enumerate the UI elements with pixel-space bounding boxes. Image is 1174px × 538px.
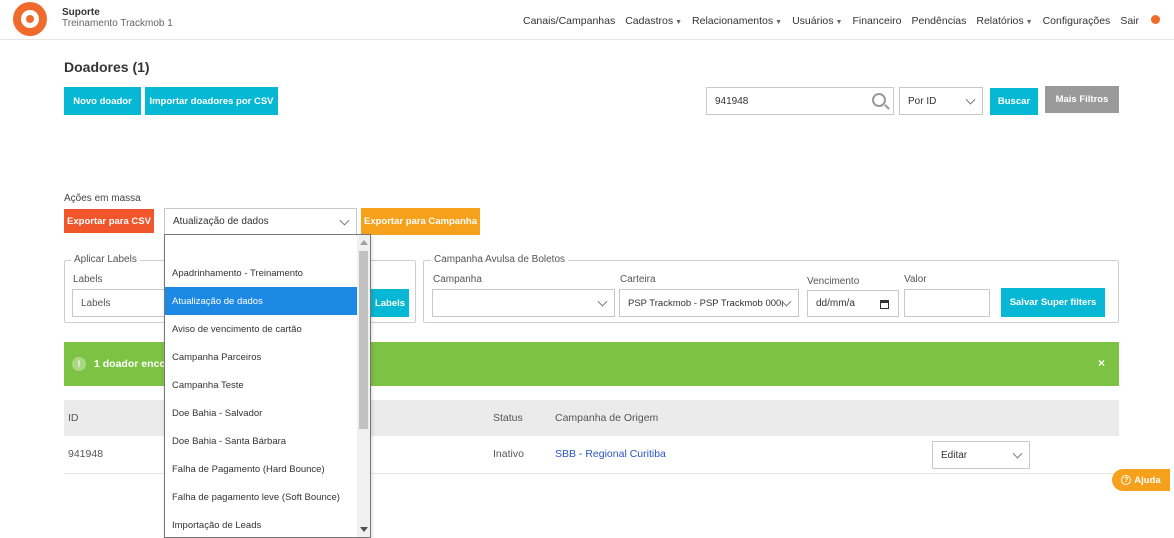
page-title: Doadores (1): [64, 59, 150, 75]
dropdown-option[interactable]: Doe Bahia - Salvador: [165, 399, 358, 427]
dropdown-option[interactable]: Campanha Parceiros: [165, 343, 358, 371]
org-title: Suporte: [62, 7, 100, 18]
save-super-filters-button[interactable]: Salvar Super filters: [1001, 288, 1105, 317]
apply-labels-legend: Aplicar Labels: [71, 254, 140, 265]
close-icon[interactable]: ×: [1098, 356, 1105, 370]
bulk-action-dropdown-list[interactable]: Apadrinhamento - Treinamento Atualização …: [164, 234, 371, 538]
user-avatar-icon[interactable]: [1151, 15, 1160, 24]
scroll-thumb[interactable]: [359, 251, 368, 429]
org-subtitle: Treinamento Trackmob 1: [62, 18, 173, 29]
dropdown-option[interactable]: Atualização de dados: [165, 287, 358, 315]
help-icon: ?: [1121, 475, 1132, 485]
dropdown-option[interactable]: Apadrinhamento - Treinamento: [165, 259, 358, 287]
vencimento-date-input[interactable]: dd/mm/a: [807, 290, 899, 317]
header-id[interactable]: ID: [68, 412, 79, 424]
caret-down-icon: ▼: [1025, 19, 1033, 26]
help-label: Ajuda: [1134, 474, 1161, 486]
bulk-action-value: Atualização de dados: [173, 216, 269, 227]
chevron-down-icon: [781, 296, 792, 307]
cell-campaign-link[interactable]: SBB - Regional Curitiba: [555, 448, 666, 460]
dropdown-option[interactable]: [165, 235, 358, 259]
scroll-down-icon[interactable]: [360, 527, 368, 532]
nav-configuracoes[interactable]: Configurações: [1043, 15, 1111, 27]
header-campaign[interactable]: Campanha de Origem: [555, 412, 658, 424]
dropdown-scrollbar[interactable]: [357, 235, 370, 537]
new-donor-button[interactable]: Novo doador: [64, 87, 141, 115]
labels-placeholder: Labels: [81, 297, 111, 309]
nav-financeiro[interactable]: Financeiro: [852, 15, 901, 27]
campanha-select[interactable]: [432, 289, 615, 317]
boleto-campaign-box: Campanha Avulsa de Boletos Campanha Cart…: [423, 254, 1119, 323]
dropdown-option[interactable]: Falha de Pagamento (Hard Bounce): [165, 455, 358, 483]
top-bar: Suporte Treinamento Trackmob 1 Canais/Ca…: [0, 0, 1174, 40]
bulk-action-select[interactable]: Atualização de dados: [164, 208, 357, 235]
carteira-value: PSP Trackmob - PSP Trackmob 000(: [628, 297, 783, 309]
chevron-down-icon: [1012, 448, 1023, 459]
carteira-label: Carteira: [620, 274, 656, 285]
valor-input[interactable]: [904, 289, 990, 317]
nav-relatorios[interactable]: Relatórios ▼: [976, 15, 1032, 27]
nav-usuarios[interactable]: Usuários ▼: [792, 15, 842, 27]
help-button[interactable]: ? Ajuda: [1112, 469, 1170, 491]
cell-id: 941948: [68, 448, 104, 460]
valor-label: Valor: [904, 274, 927, 285]
export-csv-button[interactable]: Exportar para CSV: [64, 209, 154, 233]
vencimento-value: dd/mm/a: [816, 298, 855, 309]
apply-labels-button[interactable]: Labels: [371, 289, 409, 317]
labels-input[interactable]: Labels: [72, 289, 172, 317]
more-filters-button[interactable]: Mais Filtros: [1045, 86, 1119, 113]
nav-pendencias[interactable]: Pendências: [912, 15, 967, 27]
vencimento-label: Vencimento: [807, 276, 860, 287]
search-input[interactable]: 941948: [706, 87, 894, 115]
nav-cadastros[interactable]: Cadastros ▼: [625, 15, 682, 27]
import-csv-button[interactable]: Importar doadores por CSV: [145, 87, 278, 115]
row-action-value: Editar: [941, 449, 968, 461]
main-nav: Canais/Campanhas Cadastros ▼ Relacionamen…: [523, 15, 1160, 27]
header-status[interactable]: Status: [493, 412, 523, 424]
alert-text: 1 doador encor: [94, 358, 170, 370]
export-campaign-button[interactable]: Exportar para Campanha: [361, 208, 480, 235]
labels-field-label: Labels: [73, 274, 103, 285]
nav-relacionamentos[interactable]: Relacionamentos ▼: [692, 15, 782, 27]
bulk-actions-label: Ações em massa: [64, 193, 141, 204]
org-info: Suporte Treinamento Trackmob 1: [62, 7, 173, 29]
cell-status: Inativo: [493, 448, 524, 460]
caret-down-icon: ▼: [675, 19, 683, 26]
search-button[interactable]: Buscar: [990, 88, 1038, 115]
campanha-label: Campanha: [433, 274, 482, 285]
dropdown-option[interactable]: Falha de pagamento leve (Soft Bounce): [165, 483, 358, 511]
search-icon[interactable]: [872, 93, 886, 107]
search-by-value: Por ID: [908, 95, 937, 107]
caret-down-icon: ▼: [835, 19, 843, 26]
search-by-select[interactable]: Por ID: [899, 87, 983, 115]
dropdown-option[interactable]: Doe Bahia - Santa Bárbara: [165, 427, 358, 455]
chevron-down-icon: [965, 94, 976, 105]
dropdown-option[interactable]: Campanha Teste: [165, 371, 358, 399]
scroll-up-icon[interactable]: [360, 240, 368, 245]
dropdown-option[interactable]: Aviso de vencimento de cartão: [165, 315, 358, 343]
row-action-select[interactable]: Editar: [932, 441, 1030, 469]
logo-icon[interactable]: [13, 2, 47, 36]
nav-canais[interactable]: Canais/Campanhas: [523, 15, 615, 27]
carteira-select[interactable]: PSP Trackmob - PSP Trackmob 000(: [619, 289, 799, 317]
nav-sair[interactable]: Sair: [1120, 15, 1139, 27]
chevron-down-icon: [339, 215, 350, 226]
calendar-icon[interactable]: [880, 300, 889, 309]
search-value: 941948: [715, 95, 749, 107]
boleto-legend: Campanha Avulsa de Boletos: [431, 254, 569, 265]
info-icon: !: [72, 357, 86, 371]
chevron-down-icon: [597, 296, 608, 307]
dropdown-option[interactable]: Importação de Leads: [165, 511, 358, 537]
caret-down-icon: ▼: [775, 19, 783, 26]
